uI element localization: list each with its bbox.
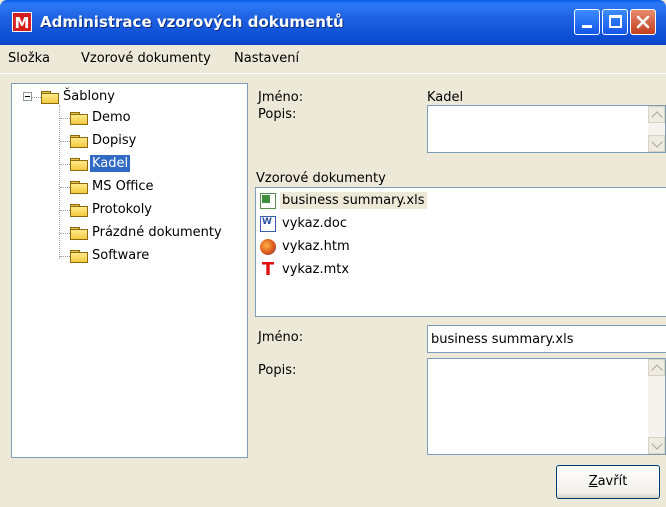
document-name-field[interactable]: business summary.xls xyxy=(427,325,666,353)
tree-item-label: Dopisy xyxy=(92,133,137,148)
documents-list-label: Vzorové dokumenty xyxy=(256,171,386,186)
tree-item-label-selected: Kadel xyxy=(90,155,131,172)
maximize-button[interactable] xyxy=(602,9,628,35)
document-name-value: business summary.xls xyxy=(431,332,574,347)
list-item-label: vykaz.mtx xyxy=(282,262,350,277)
scroll-up-button[interactable] xyxy=(648,106,665,123)
close-window-button[interactable] xyxy=(630,9,656,35)
excel-file-icon xyxy=(260,193,276,209)
folder-tree[interactable]: Šablony Demo Dopisy Kadel MS Office Prot… xyxy=(11,83,248,458)
tree-item-label: Software xyxy=(92,248,150,263)
document-description-field[interactable] xyxy=(427,358,666,455)
folder-icon xyxy=(70,112,88,125)
html-file-icon xyxy=(260,239,276,255)
close-icon xyxy=(636,15,650,29)
scroll-up-button[interactable] xyxy=(648,359,665,376)
chevron-up-icon xyxy=(651,364,663,376)
folder-icon xyxy=(70,204,88,217)
close-button[interactable]: Zavřít xyxy=(556,465,660,499)
folder-icon xyxy=(41,91,59,104)
folder-name-label: Jméno: xyxy=(258,90,304,105)
tree-item-label: Protokoly xyxy=(92,202,152,217)
tree-connector xyxy=(60,210,70,211)
document-name-label: Jméno: xyxy=(258,330,304,345)
open-folder-icon xyxy=(70,158,88,171)
window-title: Administrace vzorových dokumentů xyxy=(40,13,344,31)
folder-icon xyxy=(70,135,88,148)
folder-icon xyxy=(70,181,88,194)
minus-icon xyxy=(25,96,30,97)
app-window: M Administrace vzorových dokumentů Složk… xyxy=(0,0,666,507)
menu-nastaveni[interactable]: Nastavení xyxy=(234,50,299,67)
close-button-label: Zavřít xyxy=(588,474,628,489)
chevron-up-icon xyxy=(651,111,663,123)
tree-item-label: MS Office xyxy=(92,179,154,194)
tree-item-label: Prázdné dokumenty xyxy=(92,225,222,240)
documents-list[interactable]: business summary.xls vykaz.doc vykaz.htm… xyxy=(255,187,666,317)
list-item-label: business summary.xls xyxy=(280,192,427,209)
document-description-label: Popis: xyxy=(258,363,297,378)
tree-item-label: Šablony xyxy=(63,89,115,104)
folder-icon xyxy=(70,250,88,263)
folder-name-value: Kadel xyxy=(427,90,464,105)
tree-connector xyxy=(60,118,70,119)
mtx-file-icon: T xyxy=(261,259,275,280)
maximize-icon xyxy=(609,15,622,28)
tree-connector xyxy=(60,256,70,257)
folder-icon xyxy=(70,227,88,240)
minimize-icon xyxy=(582,25,592,28)
scroll-down-button[interactable] xyxy=(648,437,665,454)
app-logo-icon[interactable]: M xyxy=(12,12,32,32)
title-bar[interactable]: M Administrace vzorových dokumentů xyxy=(0,0,666,45)
tree-connector xyxy=(60,141,70,142)
list-item-label: vykaz.doc xyxy=(282,216,347,231)
chevron-down-icon xyxy=(651,438,663,450)
folder-description-scrollbar[interactable] xyxy=(648,106,665,152)
word-file-icon xyxy=(260,216,276,232)
menu-bar: Složka Vzorové dokumenty Nastavení xyxy=(0,45,666,74)
tree-connector xyxy=(32,97,41,98)
scroll-down-button[interactable] xyxy=(648,135,665,152)
tree-connector xyxy=(59,105,60,259)
collapse-toggle[interactable] xyxy=(23,92,32,101)
tree-connector xyxy=(60,164,70,165)
tree-connector xyxy=(60,187,70,188)
menu-slozka[interactable]: Složka xyxy=(8,50,50,67)
menu-vzorove-dokumenty[interactable]: Vzorové dokumenty xyxy=(81,50,211,67)
document-description-scrollbar[interactable] xyxy=(648,359,665,454)
minimize-button[interactable] xyxy=(574,9,600,35)
folder-description-field[interactable] xyxy=(427,105,666,153)
tree-connector xyxy=(60,233,70,234)
folder-description-label: Popis: xyxy=(258,107,297,122)
tree-item-label: Demo xyxy=(92,110,131,125)
chevron-down-icon xyxy=(651,136,663,148)
list-item-label: vykaz.htm xyxy=(282,239,350,254)
